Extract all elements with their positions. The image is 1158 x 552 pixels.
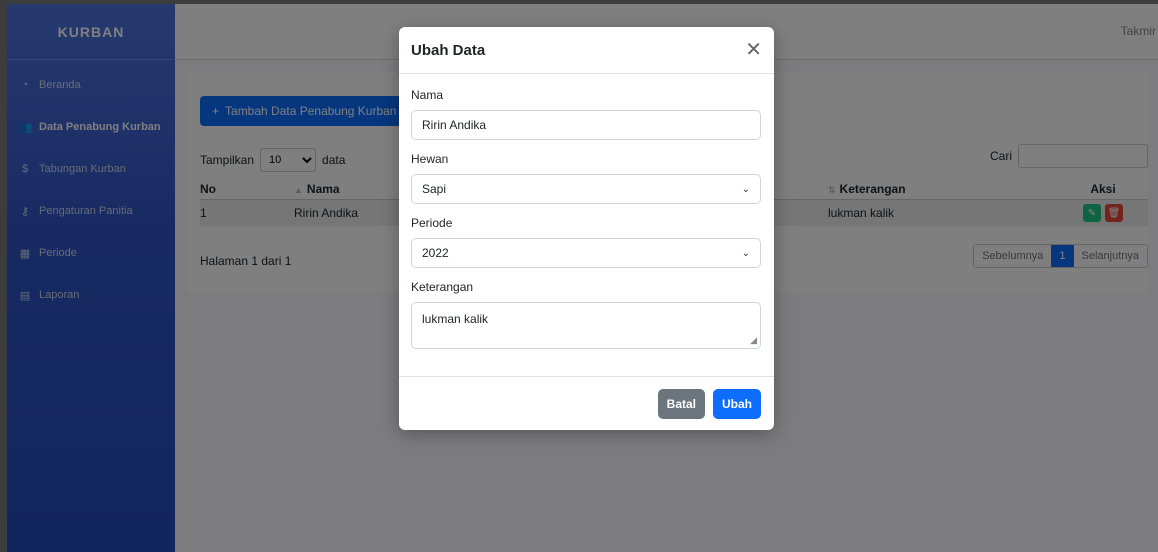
keterangan-label: Keterangan (411, 280, 474, 294)
periode-select[interactable]: 2022 ⌄ (411, 238, 761, 268)
resize-handle-icon[interactable]: ◢ (750, 335, 757, 346)
nama-field[interactable]: Ririn Andika (411, 110, 761, 140)
edit-modal: Ubah Data ✕ Nama Ririn Andika Hewan Sapi… (399, 27, 774, 430)
save-button[interactable]: Ubah (713, 388, 761, 419)
chevron-down-icon: ⌄ (741, 247, 750, 259)
cancel-button[interactable]: Batal (657, 388, 705, 419)
keterangan-textarea[interactable]: lukman kalik ◢ (411, 302, 761, 349)
hewan-select[interactable]: Sapi ⌄ (411, 174, 761, 204)
close-icon[interactable]: ✕ (745, 40, 762, 60)
chevron-down-icon: ⌄ (741, 183, 750, 195)
hewan-label: Hewan (411, 152, 449, 166)
modal-title: Ubah Data (411, 41, 486, 59)
modal-body: Nama Ririn Andika Hewan Sapi ⌄ Periode 2… (399, 74, 774, 349)
modal-header: Ubah Data ✕ (399, 27, 774, 74)
modal-footer: Batal Ubah (399, 376, 774, 430)
periode-label: Periode (411, 216, 453, 230)
nama-label: Nama (411, 88, 444, 102)
